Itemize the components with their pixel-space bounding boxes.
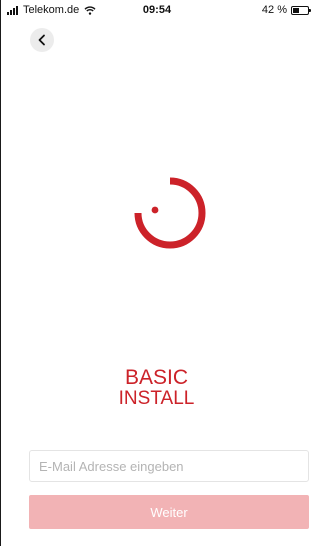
status-left: Telekom.de (7, 4, 96, 16)
carrier-label: Telekom.de (23, 4, 80, 16)
app-screen: Telekom.de 09:54 42 % BASIC INSTALL Weit… (0, 0, 312, 546)
weiter-button[interactable]: Weiter (29, 495, 309, 529)
status-bar: Telekom.de 09:54 42 % (1, 0, 313, 20)
battery-percent: 42 % (261, 4, 287, 16)
brand-wordmark: BASIC INSTALL (1, 366, 312, 410)
signal-strength-icon (7, 5, 18, 15)
power-ring-logo (134, 177, 206, 249)
wifi-icon (84, 5, 96, 15)
brand-line-2: INSTALL (118, 388, 195, 410)
battery-icon (291, 5, 311, 15)
email-input[interactable] (29, 450, 309, 482)
status-right: 42 % (261, 4, 311, 16)
chevron-left-icon (38, 34, 45, 46)
back-button[interactable] (30, 28, 54, 52)
brand-line-1: BASIC (124, 366, 189, 389)
